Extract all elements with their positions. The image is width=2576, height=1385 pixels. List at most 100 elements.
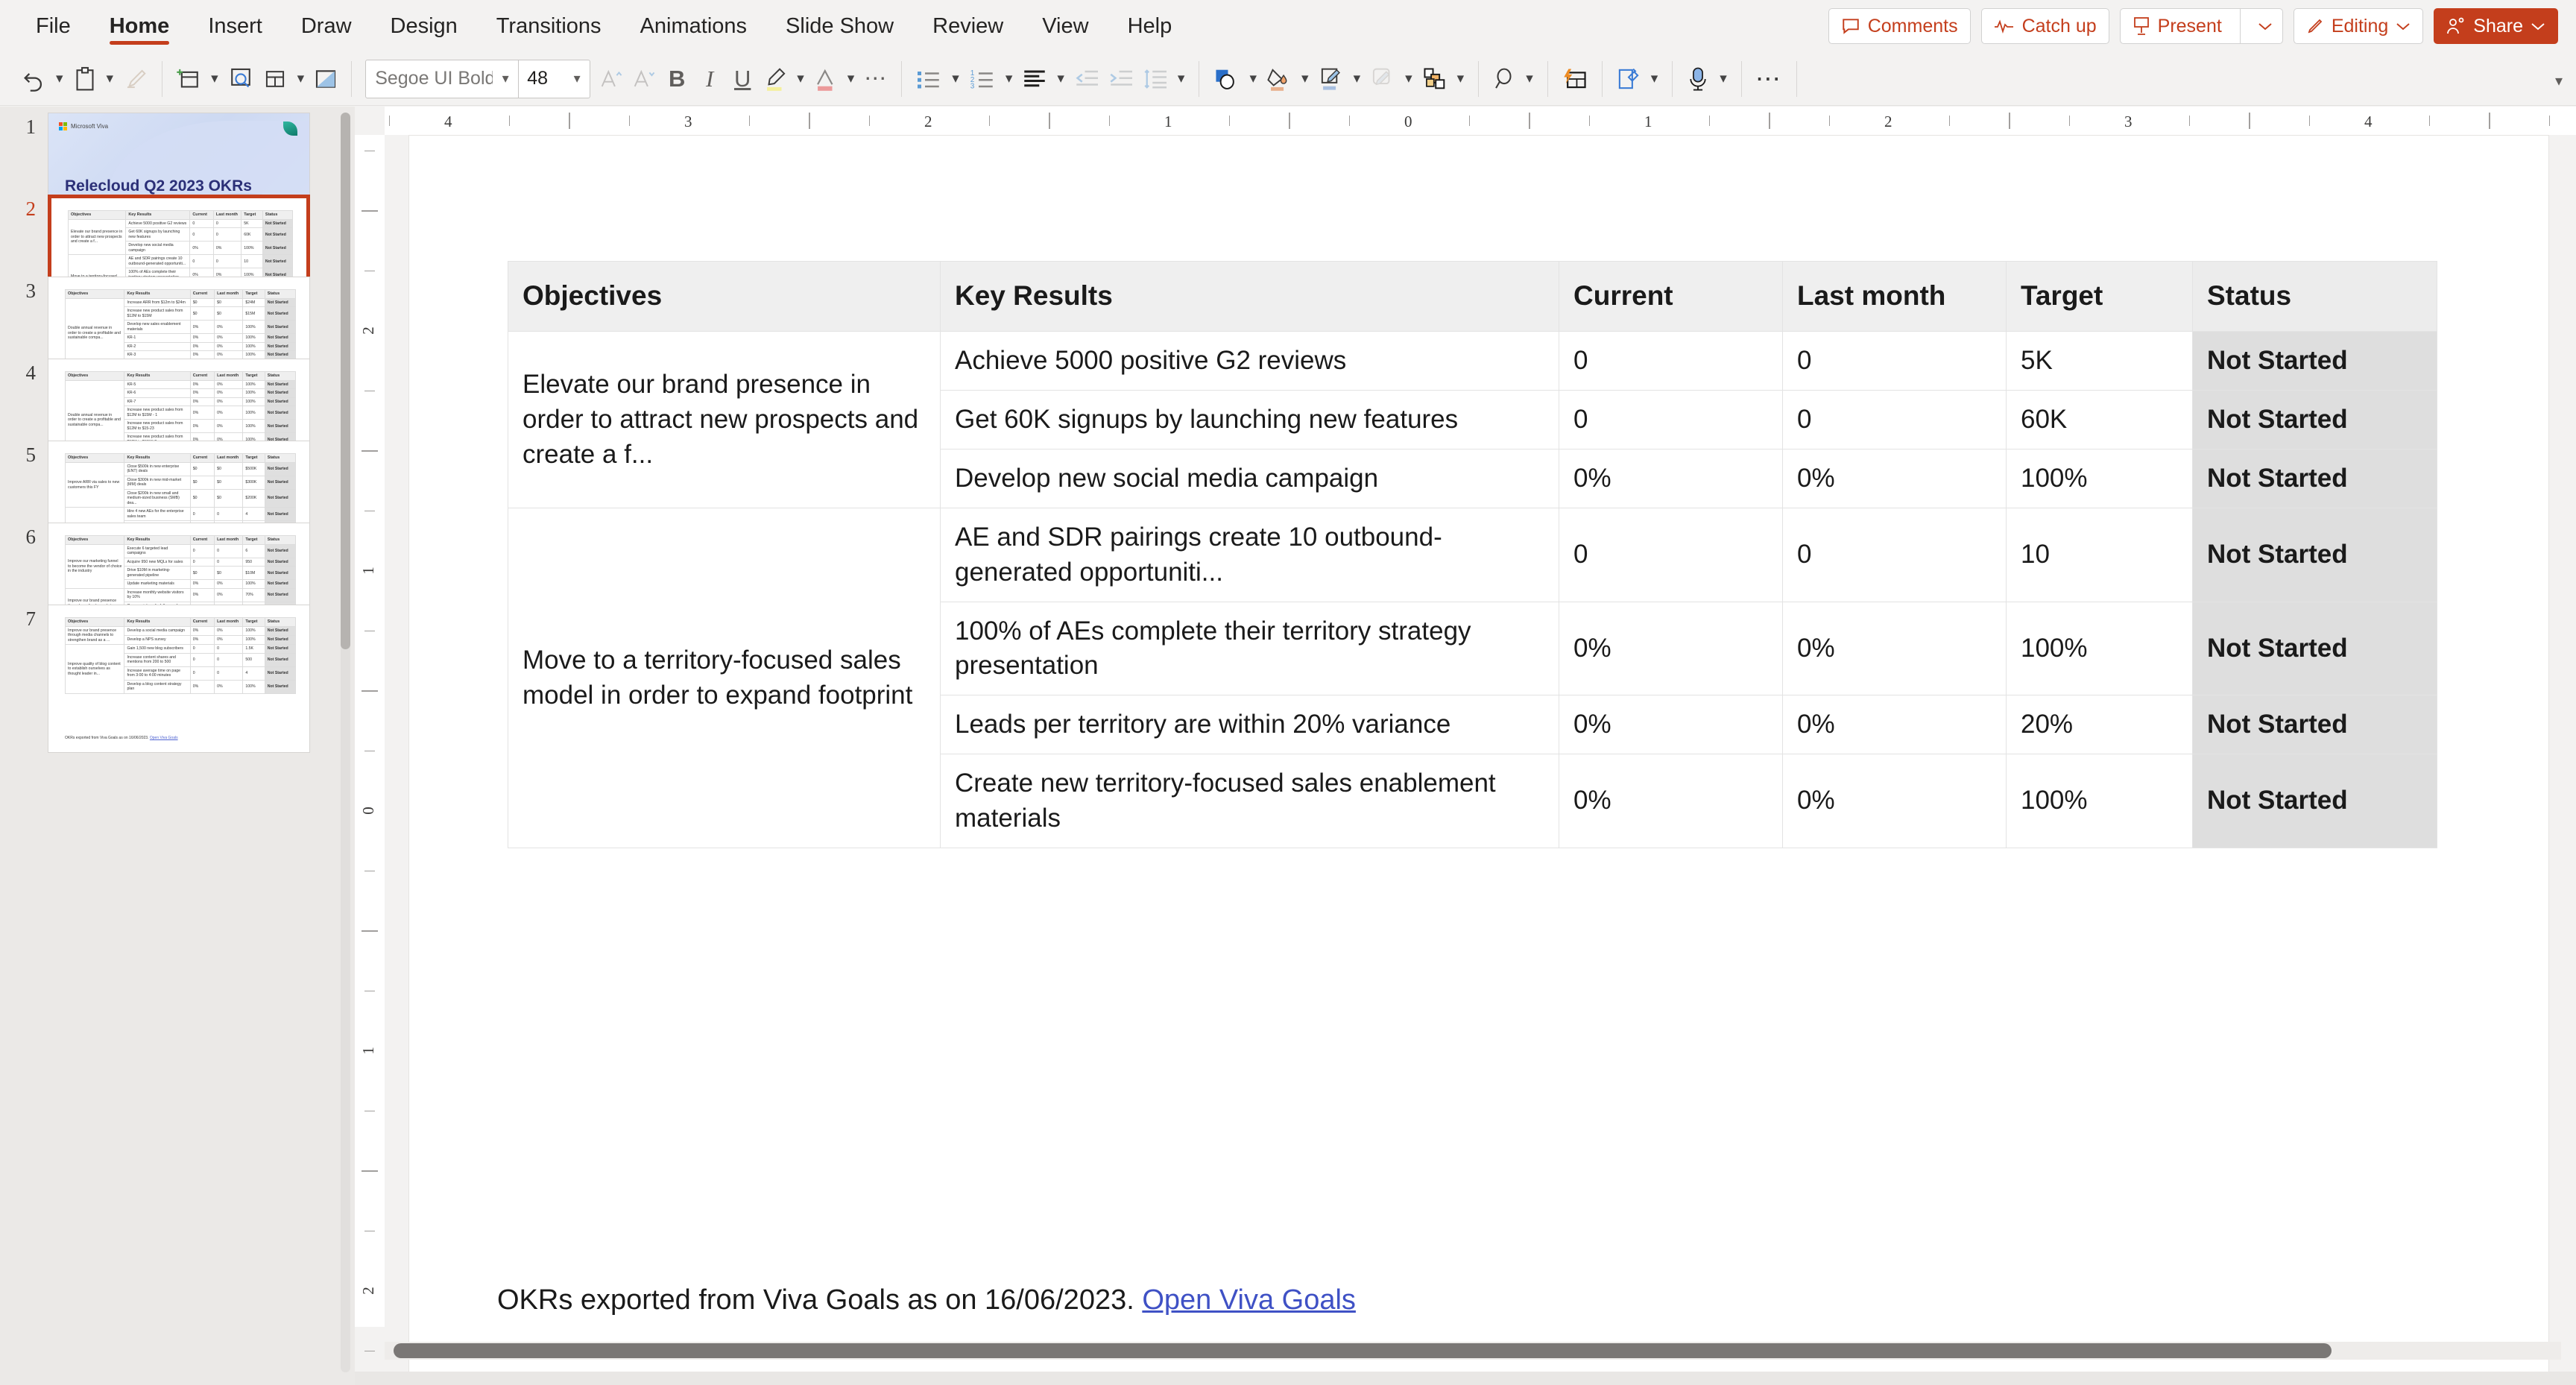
current-cell[interactable]: 0% xyxy=(1559,695,1783,755)
target-cell[interactable]: 10 xyxy=(2006,508,2193,602)
key-result-cell[interactable]: 100% of AEs complete their territory str… xyxy=(940,601,1559,696)
key-result-cell[interactable]: Get 60K signups by launching new feature… xyxy=(940,390,1559,450)
target-cell[interactable]: 100% xyxy=(2006,601,2193,696)
status-cell[interactable]: Not Started xyxy=(2192,601,2437,696)
format-painter-button[interactable] xyxy=(119,58,153,100)
tab-transitions[interactable]: Transitions xyxy=(477,0,621,52)
paste-button[interactable] xyxy=(69,58,101,100)
bold-button[interactable]: B xyxy=(660,58,693,100)
tab-view[interactable]: View xyxy=(1023,0,1108,52)
status-cell[interactable]: Not Started xyxy=(2192,508,2437,602)
target-cell[interactable]: 5K xyxy=(2006,330,2193,391)
shape-fill-button[interactable] xyxy=(1262,58,1296,100)
find-button[interactable] xyxy=(1488,58,1521,100)
reset-shape-button[interactable] xyxy=(309,58,342,100)
last-month-cell[interactable]: 0% xyxy=(1782,449,2007,509)
status-cell[interactable]: Not Started xyxy=(2192,449,2437,509)
increase-indent-button[interactable] xyxy=(1104,58,1138,100)
share-caret-chevron-down-icon[interactable] xyxy=(2531,22,2545,31)
layout-caret-chevron-down-icon[interactable]: ▾ xyxy=(292,70,310,87)
decrease-indent-button[interactable] xyxy=(1070,58,1104,100)
slide-thumbnail-pane[interactable]: 1 Microsoft Viva Relecloud Q2 2023 OKRs OKR… xyxy=(0,107,355,1385)
shape-outline-button[interactable] xyxy=(1314,58,1348,100)
status-cell[interactable]: Not Started xyxy=(2192,390,2437,450)
objective-cell[interactable]: Elevate our brand presence in order to a… xyxy=(508,330,941,509)
font-size-input[interactable]: 48 xyxy=(518,60,564,98)
okr-table[interactable]: Objectives Key Results Current Last mont… xyxy=(508,261,2437,848)
status-cell[interactable]: Not Started xyxy=(2192,695,2437,755)
slide-canvas-area[interactable]: Objectives Key Results Current Last mont… xyxy=(385,135,2576,1385)
thumbnail-canvas[interactable]: Objectives Key Results Current Last month Ta… xyxy=(48,605,310,753)
italic-button[interactable]: I xyxy=(693,58,726,100)
last-month-cell[interactable]: 0 xyxy=(1782,390,2007,450)
grow-font-button[interactable] xyxy=(595,58,628,100)
present-caret-chevron-down-icon[interactable] xyxy=(2248,22,2282,31)
thumbnail-scrollbar-knob[interactable] xyxy=(341,113,350,649)
numbered-list-button[interactable]: 123 xyxy=(965,58,1000,100)
open-viva-goals-link[interactable]: Open Viva Goals xyxy=(1142,1284,1356,1316)
slide-thumbnail-7[interactable]: 7 Objectives Key Results Current Last month T… xyxy=(0,605,335,753)
tab-review[interactable]: Review xyxy=(913,0,1023,52)
new-slide-button[interactable] xyxy=(171,58,206,100)
target-cell[interactable]: 20% xyxy=(2006,695,2193,755)
key-result-cell[interactable]: Achieve 5000 positive G2 reviews xyxy=(940,330,1559,391)
tab-draw[interactable]: Draw xyxy=(282,0,371,52)
editing-caret-chevron-down-icon[interactable] xyxy=(2396,22,2411,31)
last-month-cell[interactable]: 0% xyxy=(1782,601,2007,696)
undo-caret-chevron-down-icon[interactable]: ▾ xyxy=(51,70,69,87)
comments-button[interactable]: Comments xyxy=(1828,8,1971,44)
slide-preview-button[interactable] xyxy=(224,58,258,100)
collapse-ribbon-chevron-down-icon[interactable]: ▾ xyxy=(2555,72,2563,90)
current-slide[interactable]: Objectives Key Results Current Last mont… xyxy=(408,135,2549,1385)
objective-cell[interactable]: Move to a territory-focused sales model … xyxy=(508,508,941,848)
key-result-cell[interactable]: Leads per territory are within 20% varia… xyxy=(940,695,1559,755)
tab-insert[interactable]: Insert xyxy=(189,0,282,52)
find-caret-chevron-down-icon[interactable]: ▾ xyxy=(1521,70,1538,87)
font-size-caret-chevron-down-icon[interactable]: ▾ xyxy=(564,60,590,98)
text-highlight-button[interactable] xyxy=(759,58,792,100)
arrange-caret-chevron-down-icon[interactable]: ▾ xyxy=(1452,70,1470,87)
highlight-caret-chevron-down-icon[interactable]: ▾ xyxy=(792,70,809,87)
share-button[interactable]: Share xyxy=(2434,8,2558,44)
current-cell[interactable]: 0 xyxy=(1559,390,1783,450)
new-slide-caret-chevron-down-icon[interactable]: ▾ xyxy=(206,70,224,87)
bullets-caret-chevron-down-icon[interactable]: ▾ xyxy=(947,70,965,87)
bulleted-list-button[interactable] xyxy=(911,58,947,100)
shrink-font-button[interactable] xyxy=(628,58,660,100)
more-commands-button[interactable]: ⋯ xyxy=(1751,58,1787,100)
present-button[interactable]: Present xyxy=(2119,8,2283,44)
shape-effects-caret-chevron-down-icon[interactable]: ▾ xyxy=(1400,70,1418,87)
current-cell[interactable]: 0% xyxy=(1559,754,1783,848)
numbering-caret-chevron-down-icon[interactable]: ▾ xyxy=(1000,70,1018,87)
current-cell[interactable]: 0 xyxy=(1559,330,1783,391)
slide-layout-button[interactable] xyxy=(258,58,292,100)
font-color-caret-chevron-down-icon[interactable]: ▾ xyxy=(842,70,860,87)
ink-to-shape-button[interactable] xyxy=(1611,58,1646,100)
font-name-input[interactable]: Segoe UI Bold xyxy=(366,60,493,98)
align-caret-chevron-down-icon[interactable]: ▾ xyxy=(1052,70,1070,87)
last-month-cell[interactable]: 0% xyxy=(1782,695,2007,755)
undo-button[interactable] xyxy=(16,58,51,100)
last-month-cell[interactable]: 0% xyxy=(1782,754,2007,848)
tab-design[interactable]: Design xyxy=(371,0,477,52)
arrange-button[interactable] xyxy=(1418,58,1452,100)
canvas-horizontal-scrollbar[interactable] xyxy=(385,1342,2561,1360)
hscroll-knob[interactable] xyxy=(394,1343,2332,1358)
shape-fill-caret-chevron-down-icon[interactable]: ▾ xyxy=(1296,70,1314,87)
table-row[interactable]: Move to a territory-focused sales model … xyxy=(508,508,2437,848)
shape-outline-caret-chevron-down-icon[interactable]: ▾ xyxy=(1348,70,1366,87)
tab-home[interactable]: Home xyxy=(90,0,189,52)
microphone-button[interactable] xyxy=(1682,58,1714,100)
current-cell[interactable]: 0 xyxy=(1559,508,1783,602)
shapes-caret-chevron-down-icon[interactable]: ▾ xyxy=(1244,70,1262,87)
line-spacing-caret-chevron-down-icon[interactable]: ▾ xyxy=(1172,70,1190,87)
thumbnail-scrollbar[interactable] xyxy=(341,113,350,1372)
editing-mode-button[interactable]: Editing xyxy=(2293,8,2424,44)
status-cell[interactable]: Not Started xyxy=(2192,754,2437,848)
tab-file[interactable]: File xyxy=(16,0,90,52)
target-cell[interactable]: 100% xyxy=(2006,449,2193,509)
key-result-cell[interactable]: Create new territory-focused sales enabl… xyxy=(940,754,1559,848)
tab-help[interactable]: Help xyxy=(1108,0,1192,52)
underline-button[interactable]: U xyxy=(726,58,759,100)
tab-animations[interactable]: Animations xyxy=(621,0,766,52)
